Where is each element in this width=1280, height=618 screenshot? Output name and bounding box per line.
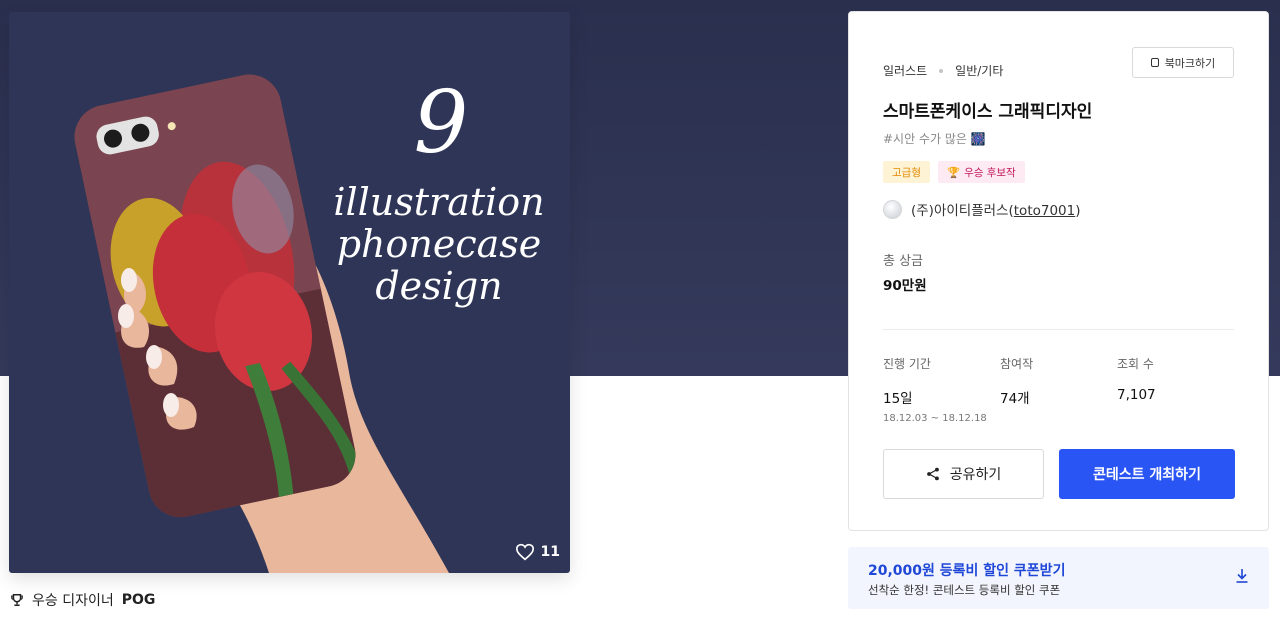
contest-artwork[interactable]: 9 illustration phonecase design 11: [9, 12, 570, 573]
winner-label: 우승 디자이너: [32, 593, 114, 609]
artwork-line-1: illustration: [333, 180, 544, 224]
coupon-banner[interactable]: 20,000원 등록비 할인 쿠폰받기 선착순 한정! 콘테스트 등록비 할인 …: [848, 547, 1269, 609]
host-paren-close: ): [1075, 203, 1081, 219]
period-label: 진행 기간: [883, 357, 931, 371]
bookmark-icon: [1150, 58, 1159, 67]
bookmark-label: 북마크하기: [1164, 56, 1216, 70]
share-icon: [926, 467, 939, 481]
winner-name[interactable]: POG: [122, 592, 156, 608]
period-value: 15일: [883, 391, 913, 407]
share-button[interactable]: 공유하기: [883, 449, 1044, 499]
winner-designer: 우승 디자이너 POG: [10, 590, 155, 610]
artwork-line-2: phonecase: [337, 222, 542, 266]
prize-label: 총 상금: [883, 254, 924, 269]
coupon-title: 20,000원 등록비 할인 쿠폰받기: [868, 563, 1066, 579]
stat-entries: 참여작 74개: [1000, 355, 1033, 407]
like-count: 11: [540, 544, 560, 560]
winner-candidate-label: 우승 후보작: [964, 166, 1016, 179]
entries-value: 74개: [1000, 391, 1030, 407]
host-id-link[interactable]: toto7001: [1014, 203, 1075, 219]
trophy-icon: 🏆: [946, 166, 961, 179]
badge-group: 고급형 🏆 우승 후보작: [883, 161, 1025, 183]
separator-dot: [939, 68, 944, 73]
contest-tagline: #시안 수가 많은 🎆: [883, 132, 986, 146]
period-range: 18.12.03 ~ 18.12.18: [883, 413, 987, 424]
winner-candidate-badge: 🏆 우승 후보작: [937, 161, 1025, 183]
avatar: [883, 199, 902, 219]
host-name: (주)아이티플러스: [911, 203, 1009, 219]
grade-badge: 고급형: [883, 161, 930, 183]
phone-case-illustration: 9 illustration phonecase design: [68, 68, 545, 573]
divider: [883, 329, 1234, 330]
category-link[interactable]: 일러스트: [883, 62, 927, 79]
stat-period: 진행 기간 15일 18.12.03 ~ 18.12.18: [883, 355, 987, 424]
host-info: (주)아이티플러스(toto7001): [883, 199, 1081, 219]
trophy-icon: [11, 594, 23, 606]
contest-info-card: 일러스트 일반/기타 북마크하기 스마트폰케이스 그래픽디자인 #시안 수가 많…: [848, 11, 1269, 531]
stat-views: 조회 수 7,107: [1117, 355, 1156, 403]
coupon-description: 선착순 한정! 콘테스트 등록비 할인 쿠폰: [868, 583, 1061, 597]
download-icon[interactable]: [1235, 568, 1249, 584]
artwork-line-3: design: [375, 264, 502, 308]
bookmark-button[interactable]: 북마크하기: [1132, 47, 1234, 78]
prize-value: 90만원: [883, 278, 927, 294]
contest-title: 스마트폰케이스 그래픽디자인: [883, 102, 1093, 122]
artwork-number: 9: [414, 73, 469, 173]
share-label: 공유하기: [949, 467, 1002, 483]
host-contest-button[interactable]: 콘테스트 개최하기: [1059, 449, 1235, 499]
subcategory-link[interactable]: 일반/기타: [955, 62, 1003, 79]
views-label: 조회 수: [1117, 357, 1154, 371]
views-value: 7,107: [1117, 387, 1156, 403]
breadcrumb: 일러스트 일반/기타: [883, 62, 1003, 79]
heart-icon: [515, 543, 534, 561]
entries-label: 참여작: [1000, 357, 1034, 371]
like-button[interactable]: 11: [515, 543, 560, 561]
